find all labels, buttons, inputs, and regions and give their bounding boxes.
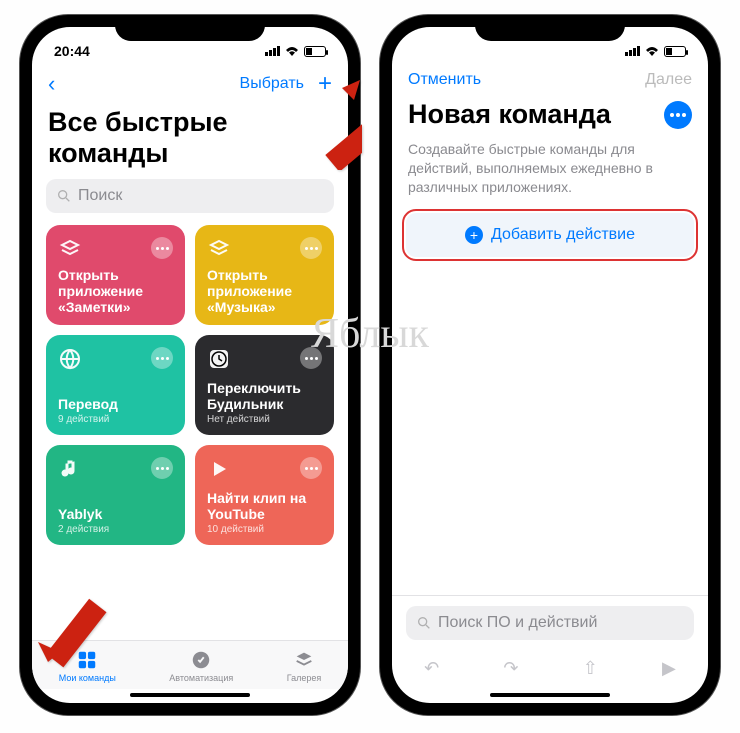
play-icon — [207, 457, 231, 481]
card-subtitle: 2 действия — [58, 524, 173, 535]
search-icon — [416, 615, 432, 631]
action-search-field[interactable]: Поиск ПО и действий — [406, 606, 694, 640]
shortcuts-grid: Открыть приложение «Заметки» Открыть прил… — [32, 225, 348, 545]
annotation-arrow-tab — [38, 580, 128, 675]
wifi-icon — [644, 45, 660, 57]
card-more-button[interactable] — [300, 347, 322, 369]
shortcut-card[interactable]: Перевод 9 действий — [46, 335, 185, 435]
share-button[interactable]: ⇧ — [583, 658, 598, 679]
phone-right: Отменить Далее Новая команда Создавайте … — [380, 15, 720, 715]
card-more-button[interactable] — [300, 237, 322, 259]
search-field[interactable]: Поиск — [46, 179, 334, 213]
shortcut-card[interactable]: Yablyk 2 действия — [46, 445, 185, 545]
status-time: 20:44 — [54, 43, 90, 59]
notch — [115, 15, 265, 41]
layers-icon — [58, 237, 82, 261]
notch — [475, 15, 625, 41]
card-title: Перевод — [58, 396, 173, 412]
card-more-button[interactable] — [300, 457, 322, 479]
search-placeholder: Поиск — [78, 187, 122, 205]
undo-button[interactable]: ↶ — [424, 658, 439, 679]
plus-circle-icon: + — [465, 226, 483, 244]
tab-gallery[interactable]: Галерея — [287, 649, 322, 683]
shortcut-card[interactable]: Открыть приложение «Заметки» — [46, 225, 185, 325]
phone-left: 20:44 ‹ Выбрать + Все быстрые команды По… — [20, 15, 360, 715]
home-indicator[interactable] — [490, 693, 610, 697]
cellular-icon — [625, 46, 640, 56]
search-placeholder: Поиск ПО и действий — [438, 614, 597, 632]
globe-icon — [58, 347, 82, 371]
layers-icon — [207, 237, 231, 261]
card-title: Yablyk — [58, 506, 173, 522]
card-title: Найти клип на YouTube — [207, 490, 322, 522]
battery-icon — [664, 46, 686, 57]
card-subtitle: 10 действий — [207, 524, 322, 535]
card-title: Открыть приложение «Музыка» — [207, 267, 322, 315]
battery-icon — [304, 46, 326, 57]
card-subtitle: Нет действий — [207, 414, 322, 425]
more-button[interactable] — [664, 101, 692, 129]
back-button[interactable]: ‹ — [48, 71, 55, 97]
cellular-icon — [265, 46, 280, 56]
run-button[interactable]: ▶ — [662, 658, 676, 679]
nav-bar: Отменить Далее — [392, 65, 708, 95]
page-title: Новая команда — [392, 95, 708, 140]
cancel-button[interactable]: Отменить — [408, 71, 481, 89]
shortcut-card[interactable]: Переключить Будильник Нет действий — [195, 335, 334, 435]
clock-icon — [207, 347, 231, 371]
info-text: Создавайте быстрые команды для действий,… — [392, 140, 708, 213]
card-title: Переключить Будильник — [207, 380, 322, 412]
home-indicator[interactable] — [130, 693, 250, 697]
card-subtitle: 9 действий — [58, 414, 173, 425]
bottom-toolbar: Поиск ПО и действий ↶ ↷ ⇧ ▶ — [392, 595, 708, 703]
card-more-button[interactable] — [151, 347, 173, 369]
card-more-button[interactable] — [151, 237, 173, 259]
redo-button[interactable]: ↷ — [503, 658, 518, 679]
shortcut-card[interactable]: Открыть приложение «Музыка» — [195, 225, 334, 325]
card-title: Открыть приложение «Заметки» — [58, 267, 173, 315]
add-action-button[interactable]: + Добавить действие — [406, 213, 694, 257]
wifi-icon — [284, 45, 300, 57]
card-more-button[interactable] — [151, 457, 173, 479]
next-button[interactable]: Далее — [645, 71, 692, 89]
shortcut-card[interactable]: Найти клип на YouTube 10 действий — [195, 445, 334, 545]
music-icon — [58, 457, 82, 481]
search-icon — [56, 188, 72, 204]
annotation-arrow-add — [272, 80, 362, 175]
tab-automation[interactable]: Автоматизация — [169, 649, 233, 683]
